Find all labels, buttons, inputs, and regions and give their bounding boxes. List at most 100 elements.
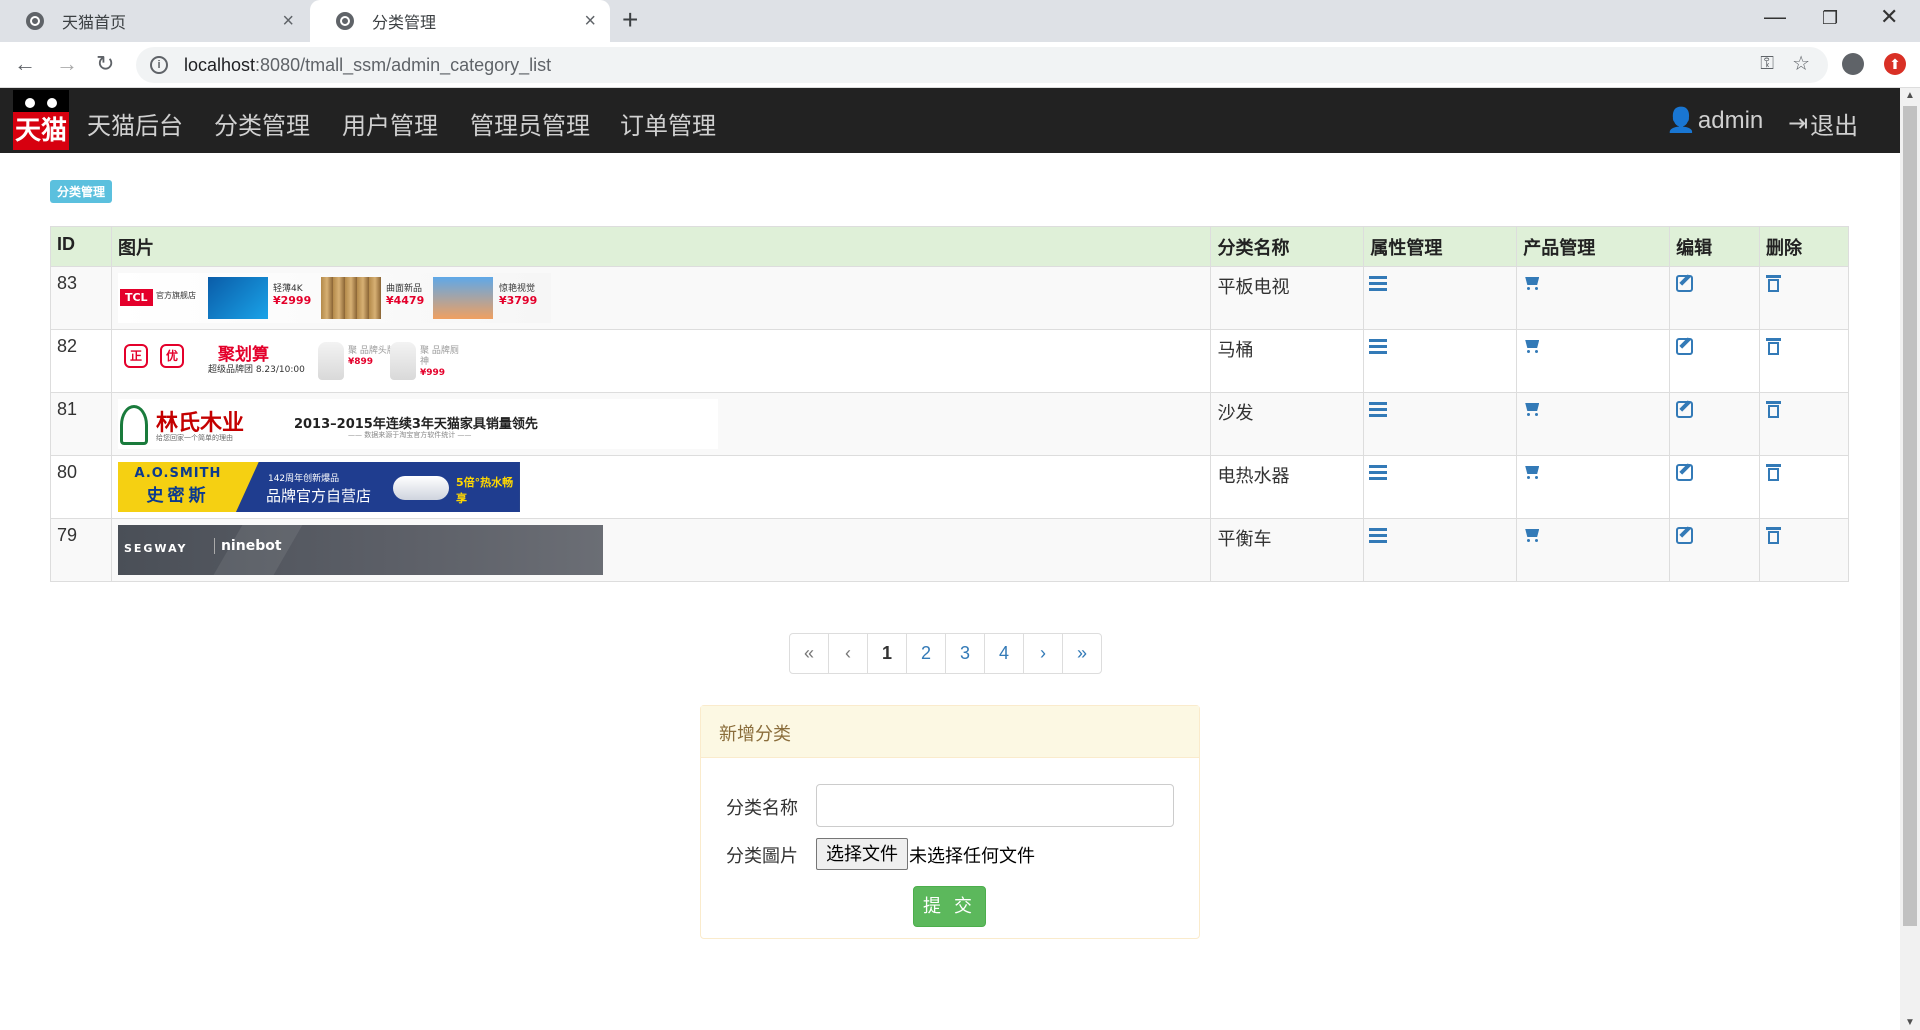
nav-item-admins[interactable]: 管理员管理 bbox=[470, 106, 590, 141]
cell-property bbox=[1363, 266, 1518, 330]
page-1[interactable]: 1 bbox=[867, 633, 907, 674]
banner-text: 5倍°热水畅享 bbox=[455, 476, 514, 505]
edit-icon[interactable] bbox=[1676, 464, 1694, 481]
edit-icon[interactable] bbox=[1676, 527, 1694, 544]
category-table: ID 图片 分类名称 属性管理 产品管理 编辑 删除 83 TCL 官方旗舰店 … bbox=[50, 226, 1849, 582]
header-product: 产品管理 bbox=[1516, 226, 1671, 267]
cell-property bbox=[1363, 329, 1518, 393]
page-first[interactable]: « bbox=[789, 633, 829, 674]
extension-icon[interactable]: ⬆ bbox=[1884, 53, 1906, 75]
table-header-row: ID 图片 分类名称 属性管理 产品管理 编辑 删除 bbox=[50, 226, 1849, 267]
banner-brand: SEGWAY bbox=[123, 542, 188, 555]
browser-tab-category[interactable]: 分类管理 × bbox=[310, 0, 610, 42]
key-icon[interactable]: ⚿ bbox=[1760, 53, 1774, 74]
logout-icon: ⇥ bbox=[1788, 110, 1809, 137]
back-arrow-icon[interactable]: ← bbox=[14, 51, 36, 77]
category-name-input[interactable] bbox=[816, 784, 1174, 827]
water-heater-image bbox=[392, 476, 449, 500]
tab-title: 天猫首页 bbox=[62, 15, 127, 32]
property-list-icon[interactable] bbox=[1369, 402, 1388, 417]
trash-icon[interactable] bbox=[1766, 400, 1782, 418]
minimize-icon[interactable]: — bbox=[1764, 4, 1786, 30]
trash-icon[interactable] bbox=[1766, 274, 1782, 292]
edit-icon[interactable] bbox=[1676, 338, 1694, 355]
address-bar[interactable]: i localhost:8080/tmall_ssm/admin_categor… bbox=[136, 47, 1828, 83]
scroll-up-icon[interactable]: ▲ bbox=[1905, 90, 1915, 101]
scrollbar-thumb[interactable] bbox=[1903, 106, 1917, 926]
header-property: 属性管理 bbox=[1363, 226, 1518, 267]
page-3[interactable]: 3 bbox=[945, 633, 985, 674]
reload-icon[interactable]: ↻ bbox=[96, 51, 114, 77]
page-2[interactable]: 2 bbox=[906, 633, 946, 674]
edit-icon[interactable] bbox=[1676, 275, 1694, 292]
file-status: 未选择任何文件 bbox=[909, 846, 1035, 866]
page-scrollbar[interactable]: ▲ ▼ bbox=[1900, 88, 1920, 1030]
window-close-icon[interactable]: ✕ bbox=[1880, 4, 1898, 30]
banner-text: 聚 品牌头牌 ¥899 bbox=[347, 346, 396, 367]
forward-arrow-icon[interactable]: → bbox=[56, 51, 78, 77]
browser-tab-home[interactable]: 天猫首页 × bbox=[0, 0, 308, 42]
cell-image: SEGWAY ninebot bbox=[110, 518, 1212, 582]
trash-icon[interactable] bbox=[1766, 463, 1782, 481]
category-banner-image: TCL 官方旗舰店 轻薄4K ¥2999 曲面新品 ¥4479 惊艳视觉 ¥3799 bbox=[117, 273, 551, 323]
header-delete: 删除 bbox=[1759, 226, 1849, 267]
cell-product bbox=[1516, 392, 1671, 456]
trash-icon[interactable] bbox=[1766, 337, 1782, 355]
cell-edit bbox=[1669, 392, 1761, 456]
nav-user-label: admin bbox=[1697, 106, 1764, 134]
nav-item-category[interactable]: 分类管理 bbox=[214, 106, 310, 141]
property-list-icon[interactable] bbox=[1369, 465, 1388, 480]
product-cart-icon[interactable] bbox=[1523, 338, 1540, 354]
add-category-panel: 新增分类 分类名称 分类圖片 选择文件 未选择任何文件 提 交 bbox=[700, 705, 1200, 939]
nav-item-orders[interactable]: 订单管理 bbox=[620, 106, 716, 141]
browser-tab-bar: 天猫首页 × 分类管理 × + — ❐ ✕ bbox=[0, 0, 1920, 42]
edit-icon[interactable] bbox=[1676, 401, 1694, 418]
cell-name: 平板电视 bbox=[1210, 266, 1365, 330]
page-viewport: 天猫 天猫后台 分类管理 用户管理 管理员管理 订单管理 👤 admin ⇥ 退… bbox=[0, 88, 1900, 1030]
property-list-icon[interactable] bbox=[1369, 276, 1388, 291]
product-cart-icon[interactable] bbox=[1523, 527, 1540, 543]
nav-brand[interactable]: 天猫后台 bbox=[87, 106, 183, 141]
product-cart-icon[interactable] bbox=[1523, 464, 1540, 480]
product-cart-icon[interactable] bbox=[1523, 275, 1540, 291]
choose-file-button[interactable]: 选择文件 bbox=[816, 838, 908, 870]
image-label: 分类圖片 bbox=[726, 846, 798, 866]
profile-avatar-icon[interactable] bbox=[1842, 53, 1864, 75]
submit-button[interactable]: 提 交 bbox=[913, 886, 986, 927]
scroll-down-icon[interactable]: ▼ bbox=[1905, 1017, 1915, 1028]
panel-title: 新增分类 bbox=[701, 706, 1199, 758]
page-prev[interactable]: ‹ bbox=[828, 633, 868, 674]
page-last[interactable]: » bbox=[1062, 633, 1102, 674]
property-list-icon[interactable] bbox=[1369, 339, 1388, 354]
name-label: 分类名称 bbox=[726, 798, 798, 818]
nav-user[interactable]: 👤 admin bbox=[1666, 106, 1763, 135]
tmall-logo[interactable]: 天猫 bbox=[13, 90, 69, 150]
new-tab-plus-icon[interactable]: + bbox=[622, 6, 638, 34]
url-text[interactable]: localhost:8080/tmall_ssm/admin_category_… bbox=[184, 55, 551, 76]
category-banner-image: A.O.SMITH 史密斯 142周年创新爆品 品牌官方自营店 5倍°热水畅享 bbox=[117, 462, 520, 512]
table-row: 79 SEGWAY ninebot 平衡车 bbox=[50, 518, 1849, 582]
tab-close-icon[interactable]: × bbox=[584, 11, 596, 31]
product-cart-icon[interactable] bbox=[1523, 401, 1540, 417]
property-list-icon[interactable] bbox=[1369, 528, 1388, 543]
page-next[interactable]: › bbox=[1023, 633, 1063, 674]
page-4[interactable]: 4 bbox=[984, 633, 1024, 674]
cell-name: 平衡车 bbox=[1210, 518, 1365, 582]
tab-close-icon[interactable]: × bbox=[282, 11, 294, 31]
trash-icon[interactable] bbox=[1766, 526, 1782, 544]
cell-product bbox=[1516, 518, 1671, 582]
cell-property bbox=[1363, 392, 1518, 456]
bookmark-star-icon[interactable]: ☆ bbox=[1792, 51, 1810, 76]
header-id: ID bbox=[50, 226, 112, 267]
banner-text: 聚 品牌厕神 ¥999 bbox=[419, 346, 459, 378]
cell-id: 82 bbox=[50, 329, 112, 393]
cell-name: 马桶 bbox=[1210, 329, 1365, 393]
banner-text: 曲面新品 ¥4479 bbox=[385, 284, 425, 307]
info-icon[interactable]: i bbox=[150, 56, 168, 74]
restore-icon[interactable]: ❐ bbox=[1822, 8, 1838, 29]
pagination: « ‹ 1 2 3 4 › » bbox=[789, 633, 1102, 674]
nav-item-users[interactable]: 用户管理 bbox=[342, 106, 438, 141]
category-banner-image: 林氏木业 给您回家一个简单的理由 2013–2015年连续3年天猫家具销量领先 … bbox=[117, 399, 718, 449]
cell-id: 80 bbox=[50, 455, 112, 519]
nav-logout[interactable]: ⇥ 退出 bbox=[1788, 106, 1858, 141]
